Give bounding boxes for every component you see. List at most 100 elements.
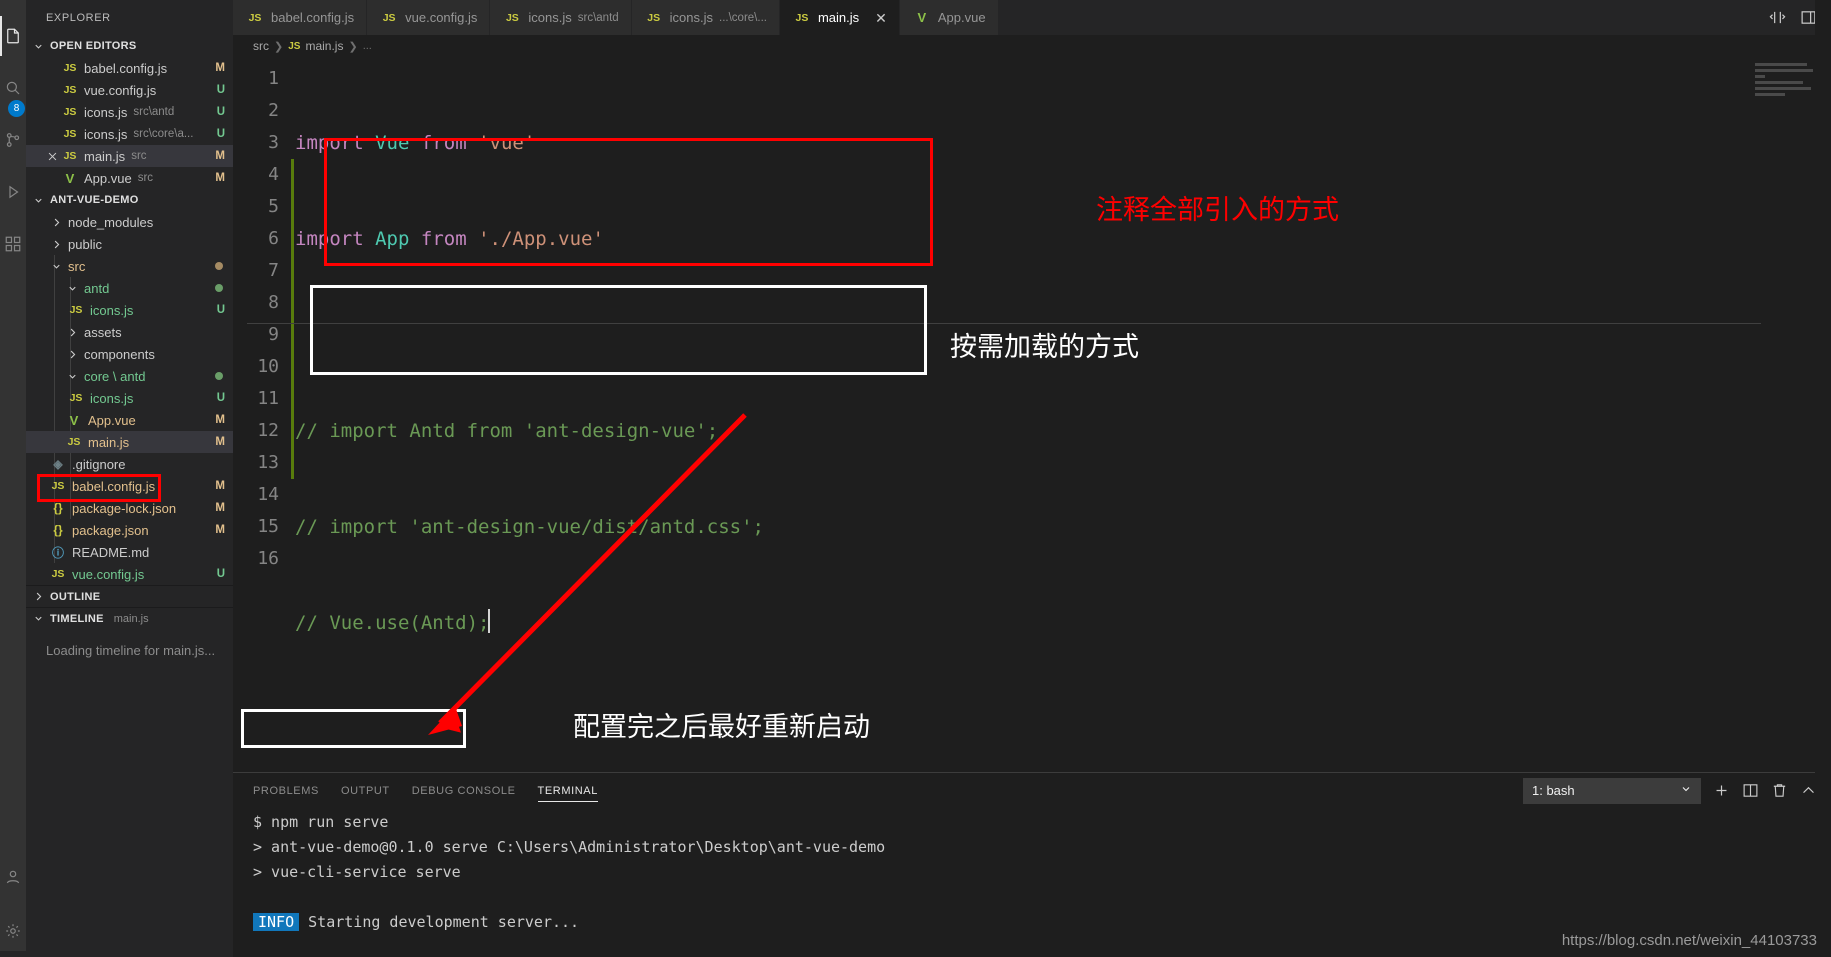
git-file-icon: ◈ xyxy=(53,457,63,471)
bottom-panel: PROBLEMS OUTPUT DEBUG CONSOLE TERMINAL 1… xyxy=(233,772,1831,957)
tree-row-package-json[interactable]: {} package.json M xyxy=(26,519,233,541)
timeline-file-label: main.js xyxy=(113,612,149,625)
tree-row-icons-antd[interactable]: JS icons.js U xyxy=(26,299,233,321)
tree-row-antd[interactable]: antd xyxy=(26,277,233,299)
tab-icons-core[interactable]: JS icons.js ...\core\... xyxy=(631,0,780,35)
vue-file-icon: V xyxy=(65,170,75,186)
tree-row-node_modules[interactable]: node_modules xyxy=(26,211,233,233)
panel-tab-terminal[interactable]: TERMINAL xyxy=(537,773,599,808)
git-change-bar xyxy=(291,383,294,479)
tree-item-label: node_modules xyxy=(68,214,154,230)
tree-item-label: assets xyxy=(84,324,122,340)
breadcrumb-part-src[interactable]: src xyxy=(253,39,269,53)
breadcrumb-part-file[interactable]: main.js xyxy=(305,39,343,53)
vue-file-icon: V xyxy=(917,10,927,25)
breadcrumb-part-more[interactable]: ... xyxy=(363,40,372,52)
chevron-down-icon xyxy=(30,195,46,206)
panel-tab-debug-console[interactable]: DEBUG CONSOLE xyxy=(412,773,516,808)
tab-icons-antd[interactable]: JS icons.js src\antd xyxy=(490,0,632,35)
tree-row-core-antd[interactable]: core \ antd xyxy=(26,365,233,387)
split-editor-icon[interactable] xyxy=(1769,9,1786,26)
file-status-badge: M xyxy=(215,502,225,514)
chevron-right-icon xyxy=(64,349,80,360)
open-editor-row[interactable]: JS babel.config.js M xyxy=(26,57,233,79)
tree-item-label: .gitignore xyxy=(72,456,126,472)
tab-close-icon[interactable]: ✕ xyxy=(875,11,887,25)
watermark-url: https://blog.csdn.net/weixin_44103733 xyxy=(1561,932,1817,949)
activity-bar-item-settings[interactable] xyxy=(0,905,26,957)
tree-row-assets[interactable]: assets xyxy=(26,321,233,343)
tree-row-src[interactable]: src xyxy=(26,255,233,277)
line-number: 1 xyxy=(268,68,279,89)
panel-tab-output[interactable]: OUTPUT xyxy=(341,773,390,808)
file-status-badge: M xyxy=(215,480,225,492)
sidebar-scrollbar[interactable] xyxy=(0,951,207,957)
line-number: 3 xyxy=(268,132,279,153)
activity-bar-item-run-debug[interactable] xyxy=(0,166,26,218)
open-editor-path: src xyxy=(131,150,147,162)
line-number: 12 xyxy=(257,420,279,441)
vue-file-icon: V xyxy=(69,412,79,428)
code-editor[interactable]: 1 2 3 4 5 6 7 8 9 10 11 12 13 14 15 16 i… xyxy=(233,57,1831,772)
tab-main-js[interactable]: JS main.js ✕ xyxy=(779,0,900,35)
tab-vue-config[interactable]: JS vue.config.js xyxy=(367,0,491,35)
tree-item-label: package.json xyxy=(72,522,149,538)
line-number: 6 xyxy=(268,228,279,249)
section-timeline[interactable]: TIMELINE main.js xyxy=(26,607,233,629)
file-status-badge: M xyxy=(215,62,225,74)
annotation-text-restart: 配置完之后最好重新启动 xyxy=(573,712,870,743)
tree-row-public[interactable]: public xyxy=(26,233,233,255)
json-file-icon: {} xyxy=(53,501,63,515)
tree-row-babel-config[interactable]: JS babel.config.js M xyxy=(26,475,233,497)
tab-app-vue[interactable]: V App.vue xyxy=(899,0,999,35)
json-file-icon: {} xyxy=(53,523,63,537)
tree-row-icons-core[interactable]: JS icons.js U xyxy=(26,387,233,409)
chevron-right-icon: ❯ xyxy=(348,40,358,53)
section-project[interactable]: ANT-VUE-DEMO xyxy=(26,189,233,211)
open-editor-row[interactable]: JS icons.js src\core\a... U xyxy=(26,123,233,145)
chevron-right-icon xyxy=(64,327,80,338)
open-editor-row[interactable]: JS icons.js src\antd U xyxy=(26,101,233,123)
activity-bar-item-search[interactable]: 8 xyxy=(0,62,26,117)
activity-bar: 8 xyxy=(0,0,26,957)
editor-right-edge xyxy=(1815,0,1831,957)
file-status-badge: M xyxy=(215,172,225,184)
tree-row-package-lock[interactable]: {} package-lock.json M xyxy=(26,497,233,519)
split-terminal-icon[interactable] xyxy=(1742,782,1759,799)
activity-bar-item-source-control[interactable] xyxy=(0,114,26,166)
new-terminal-icon[interactable] xyxy=(1713,782,1730,799)
line-number: 15 xyxy=(257,516,279,537)
open-editor-row[interactable]: JS vue.config.js U xyxy=(26,79,233,101)
tree-row-components[interactable]: components xyxy=(26,343,233,365)
line-number: 8 xyxy=(268,292,279,313)
tree-row-app-vue[interactable]: V App.vue M xyxy=(26,409,233,431)
annotation-text-on-demand: 按需加载的方式 xyxy=(950,332,1139,363)
kill-terminal-icon[interactable] xyxy=(1771,782,1788,799)
breadcrumb[interactable]: src ❯ JS main.js ❯ ... xyxy=(233,35,1831,57)
tab-label: main.js xyxy=(817,10,860,25)
tree-row-gitignore[interactable]: ◈ .gitignore xyxy=(26,453,233,475)
chevron-down-icon xyxy=(1680,783,1692,798)
tree-item-label: antd xyxy=(84,280,110,296)
fold-divider xyxy=(247,323,1761,324)
section-outline[interactable]: OUTLINE xyxy=(26,585,233,607)
js-file-icon: JS xyxy=(63,62,77,74)
activity-bar-item-accounts[interactable] xyxy=(0,853,26,905)
tab-babel-config[interactable]: JS babel.config.js xyxy=(233,0,368,35)
tree-row-vue-config[interactable]: JS vue.config.js U xyxy=(26,563,233,585)
open-editor-row-active[interactable]: JS main.js src M xyxy=(26,145,233,167)
tree-row-main-js[interactable]: JS main.js M xyxy=(26,431,233,453)
line-number: 14 xyxy=(257,484,279,505)
panel-tab-problems[interactable]: PROBLEMS xyxy=(253,773,319,808)
open-editor-row[interactable]: V App.vue src M xyxy=(26,167,233,189)
section-open-editors[interactable]: OPEN EDITORS xyxy=(26,35,233,57)
activity-bar-item-explorer[interactable] xyxy=(0,10,26,62)
activity-bar-item-extensions[interactable] xyxy=(0,218,26,270)
js-file-icon: JS xyxy=(69,304,83,316)
open-editor-path: src\antd xyxy=(133,106,175,118)
code-content[interactable]: import Vue from 'vue' import App from '.… xyxy=(247,57,1831,772)
tree-row-readme[interactable]: ⓘ README.md xyxy=(26,541,233,563)
terminal-selector[interactable]: 1: bash xyxy=(1523,777,1701,804)
minimap[interactable] xyxy=(1755,63,1817,109)
close-icon[interactable] xyxy=(44,151,60,162)
